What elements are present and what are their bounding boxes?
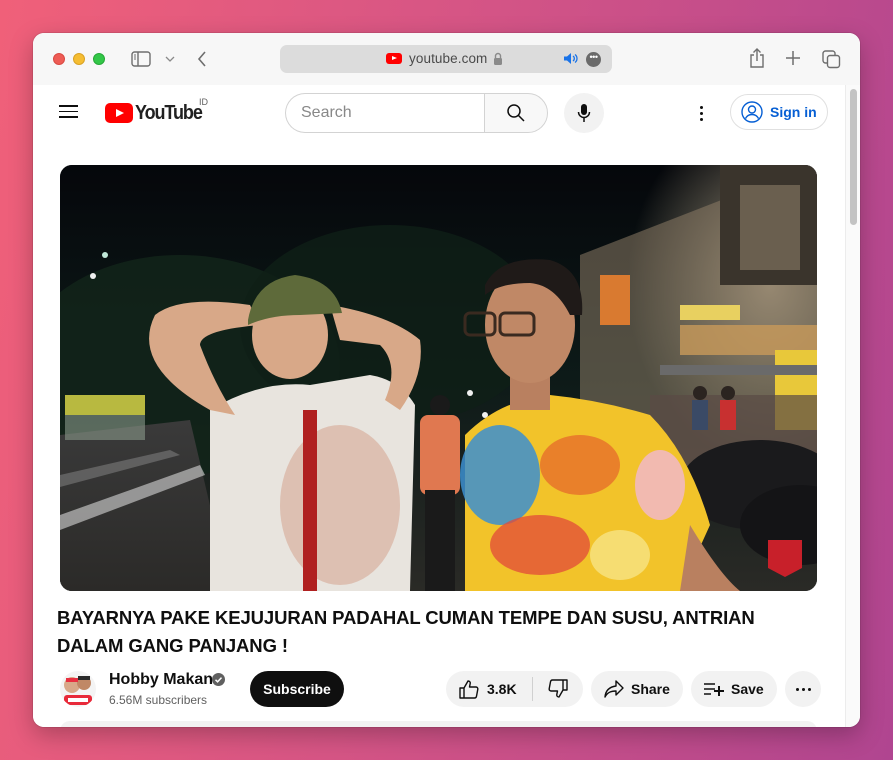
search-box — [285, 93, 486, 133]
browser-toolbar: youtube.com ••• — [33, 33, 860, 85]
speaker-icon[interactable] — [563, 52, 579, 70]
thumbs-down-icon — [548, 679, 568, 698]
menu-icon[interactable] — [59, 103, 79, 119]
more-actions-button[interactable] — [785, 671, 821, 707]
youtube-play-icon — [105, 103, 133, 123]
share-button[interactable]: Share — [591, 671, 683, 707]
zoom-window-button[interactable] — [93, 53, 105, 65]
youtube-favicon-icon — [386, 53, 402, 64]
save-button[interactable]: Save — [691, 671, 777, 707]
share-icon[interactable] — [747, 47, 767, 69]
channel-avatar[interactable] — [60, 671, 96, 707]
youtube-page: YouTube ID Sign in — [33, 85, 845, 727]
back-icon[interactable] — [193, 49, 211, 69]
search-input[interactable] — [286, 94, 466, 132]
logo-text: YouTube — [135, 101, 203, 124]
dislike-button[interactable] — [533, 671, 583, 707]
page-menu-icon[interactable]: ••• — [586, 52, 601, 67]
country-code: ID — [199, 97, 208, 107]
share-label: Share — [631, 681, 670, 697]
search-icon — [507, 104, 525, 122]
share-arrow-icon — [604, 680, 624, 698]
browser-window: youtube.com ••• YouTube ID Search Sign i… — [33, 33, 860, 727]
description-box[interactable] — [60, 721, 817, 727]
minimize-window-button[interactable] — [73, 53, 85, 65]
thumbs-up-icon — [459, 680, 479, 699]
sign-in-button[interactable]: Sign in — [730, 94, 828, 130]
voice-search-button[interactable] — [564, 93, 604, 133]
youtube-logo[interactable]: YouTube — [105, 102, 209, 124]
microphone-icon — [577, 104, 591, 122]
sidebar-icon[interactable] — [130, 49, 152, 69]
page-scrollbar[interactable] — [845, 85, 860, 727]
like-button[interactable]: 3.8K — [446, 671, 532, 707]
video-title: BAYARNYA PAKE KEJUJURAN PADAHAL CUMAN TE… — [57, 607, 755, 656]
address-url: youtube.com — [409, 51, 488, 66]
video-owner-row: Hobby Makan 6.56M subscribers Subscribe … — [57, 669, 821, 709]
search-button[interactable] — [484, 93, 548, 133]
playlist-add-icon — [704, 683, 724, 696]
channel-name[interactable]: Hobby Makan — [109, 671, 213, 689]
new-tab-icon[interactable] — [783, 48, 803, 68]
like-count: 3.8K — [487, 681, 517, 697]
video-frame — [60, 165, 817, 591]
subscribe-button[interactable]: Subscribe — [250, 671, 344, 707]
youtube-header: YouTube ID Sign in — [33, 85, 845, 141]
like-dislike-group: 3.8K — [446, 671, 583, 707]
scrollbar-thumb[interactable] — [850, 89, 857, 225]
close-window-button[interactable] — [53, 53, 65, 65]
sign-in-label: Sign in — [770, 104, 817, 120]
subscriber-count: 6.56M subscribers — [109, 693, 208, 707]
address-bar[interactable]: youtube.com ••• — [280, 45, 612, 73]
save-label: Save — [731, 681, 764, 697]
tabs-overview-icon[interactable] — [820, 48, 842, 70]
settings-menu-button[interactable] — [693, 102, 709, 124]
chevron-down-icon[interactable] — [162, 51, 178, 67]
verified-badge-icon — [212, 673, 225, 686]
account-icon — [741, 101, 763, 123]
video-player[interactable] — [60, 165, 817, 591]
lock-icon — [493, 52, 503, 70]
